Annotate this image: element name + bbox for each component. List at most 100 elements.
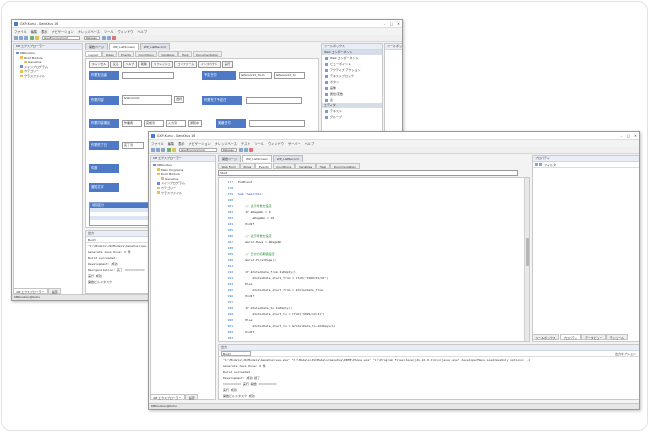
tab-properties[interactable]: プロパティ — [559, 334, 581, 340]
cut-icon[interactable] — [101, 36, 106, 40]
new-icon[interactable] — [14, 36, 18, 40]
category-icon[interactable] — [539, 163, 542, 166]
run-icon[interactable] — [29, 36, 34, 40]
tab-preferences[interactable]: 設定 — [185, 394, 199, 400]
form-button[interactable]: コンファーム — [174, 61, 198, 68]
subtab-layout[interactable]: Layout — [85, 51, 102, 57]
select-button[interactable]: 選択 — [174, 96, 184, 103]
checkbox-field[interactable]: 完成済 — [144, 120, 164, 127]
menu-item[interactable]: 編集 — [31, 29, 37, 34]
form-button[interactable]: キャンセル — [89, 61, 109, 68]
tab-data-view[interactable]: データビュー — [581, 334, 606, 340]
sort-icon[interactable] — [535, 163, 538, 166]
form-field[interactable] — [122, 72, 174, 79]
menu-item[interactable]: ナビゲーション — [189, 141, 211, 146]
toolbox-item[interactable]: グループ — [322, 114, 382, 120]
subtab-events[interactable]: Events — [117, 51, 135, 57]
open-icon[interactable] — [156, 148, 161, 152]
checkbox-field[interactable]: 通知中 — [188, 120, 202, 127]
scrollbar-thumb[interactable] — [526, 238, 529, 266]
form-field[interactable]: &WorkInfo — [122, 95, 172, 105]
tab-wp-listrecord[interactable]: WP_ListRecord — [272, 155, 303, 162]
form-button[interactable]: 実行 — [221, 61, 234, 68]
checkbox-field[interactable]: 作業者 — [122, 120, 142, 127]
stop-icon[interactable] — [249, 148, 254, 152]
environment-combo[interactable]: JavaEnvironment — [178, 147, 217, 153]
copy-icon[interactable] — [107, 36, 112, 40]
run-icon[interactable] — [166, 148, 171, 152]
close-icon[interactable]: ✕ — [395, 22, 402, 26]
environment-combo[interactable]: JavaEnvironment — [41, 35, 80, 41]
build-icon[interactable] — [171, 148, 176, 152]
subtab-web-form[interactable]: Web Form — [218, 163, 240, 169]
tree-item[interactable]: クラスファイル — [16, 74, 82, 79]
menu-item[interactable]: ファイル — [151, 141, 164, 146]
stop-icon[interactable] — [112, 36, 117, 40]
events-code-editor[interactable]: 177 EndEvent 178 179 Sub 'SearchCo' 180 181 //… — [218, 177, 530, 342]
menu-item[interactable]: ナビゲーション — [52, 29, 74, 34]
tab-toolbox[interactable]: ツールボックス — [532, 334, 560, 340]
minimize-icon[interactable]: – — [381, 22, 388, 26]
form-field[interactable]: &PersonId_from — [239, 72, 272, 79]
checkbox-field[interactable]: 入力済 — [166, 120, 186, 127]
tab-wp-listrecord[interactable]: WP_ListRecord — [139, 43, 170, 50]
configuration-combo[interactable]: Release — [83, 35, 100, 41]
tree-item[interactable]: クラスファイル — [153, 191, 215, 196]
build-icon[interactable] — [34, 36, 39, 40]
menu-item[interactable]: ウィンドウ — [268, 141, 284, 146]
save-icon[interactable] — [161, 148, 166, 152]
event-selector-combo[interactable]: Start — [218, 170, 518, 176]
cut-icon[interactable] — [238, 148, 243, 152]
form-button[interactable]: 削除 — [138, 61, 150, 68]
maximize-icon[interactable]: □ — [625, 134, 632, 138]
subtab-rules[interactable]: Rules — [102, 51, 118, 57]
form-button[interactable]: 戻る — [110, 61, 122, 68]
tab-wp-listscreen[interactable]: WP_ListScreen — [241, 155, 272, 162]
tab-start-page[interactable]: 開始ページ — [85, 43, 108, 50]
menu-item[interactable]: ヘルプ — [305, 141, 315, 146]
menu-item[interactable]: 表示 — [41, 29, 47, 34]
open-icon[interactable] — [19, 36, 24, 40]
subtab-events[interactable]: Events — [255, 163, 273, 169]
subtab-documentation[interactable]: Documentation — [330, 163, 360, 169]
editor-vertical-scrollbar[interactable] — [524, 178, 529, 341]
form-field[interactable] — [246, 97, 302, 104]
menu-item[interactable]: 編集 — [168, 141, 174, 146]
menu-item[interactable]: サーバー — [288, 141, 301, 146]
configuration-combo[interactable]: Release — [220, 147, 237, 153]
subtab-conditions[interactable]: Conditions — [134, 51, 158, 57]
copy-icon[interactable] — [244, 148, 249, 152]
menu-item[interactable]: ナレッジベース — [78, 29, 100, 34]
checkbox-field[interactable]: 完了済 — [122, 142, 144, 149]
menu-item[interactable]: ツール — [104, 29, 114, 34]
subtab-help[interactable]: Help — [178, 51, 193, 57]
close-icon[interactable]: ✕ — [632, 134, 639, 138]
form-button[interactable]: リフレッシュ — [150, 61, 174, 68]
form-field[interactable]: &PersonId_to — [274, 72, 305, 79]
subtab-variables[interactable]: Variables — [157, 51, 178, 57]
output-options[interactable]: 出力オプション — [615, 351, 636, 357]
subtab-documentation[interactable]: Documentation — [192, 51, 222, 57]
menu-item[interactable]: ナレッジベース — [215, 141, 237, 146]
form-field[interactable] — [249, 120, 305, 127]
tab-start-page[interactable]: 開始ページ — [218, 155, 241, 162]
tab-wp-listscreen[interactable]: WP_ListScreen — [108, 43, 139, 50]
maximize-icon[interactable]: □ — [388, 22, 395, 26]
tab-kb-explorer[interactable]: KB エクスプローラー — [150, 394, 185, 400]
output-filter[interactable]: Build — [221, 351, 251, 356]
menu-item[interactable]: ファイル — [14, 29, 27, 34]
menu-item[interactable]: 表示 — [178, 141, 184, 146]
subtab-help[interactable]: Help — [316, 163, 330, 169]
save-icon[interactable] — [24, 36, 29, 40]
subtab-variables[interactable]: Variables — [295, 163, 316, 169]
subtab-conditions[interactable]: Conditions — [272, 163, 295, 169]
minimize-icon[interactable]: – — [618, 134, 625, 138]
tab-modules[interactable]: モジュール — [606, 334, 628, 340]
menu-item[interactable]: ツール — [254, 141, 264, 146]
form-button[interactable]: ヘルプ — [122, 61, 138, 68]
filter-label[interactable]: フィルタ — [544, 163, 556, 167]
subtab-rules[interactable]: Rules — [240, 163, 255, 169]
menu-item[interactable]: ヘルプ — [137, 29, 147, 34]
new-icon[interactable] — [151, 148, 155, 152]
form-button[interactable]: インスペクト — [198, 61, 221, 68]
